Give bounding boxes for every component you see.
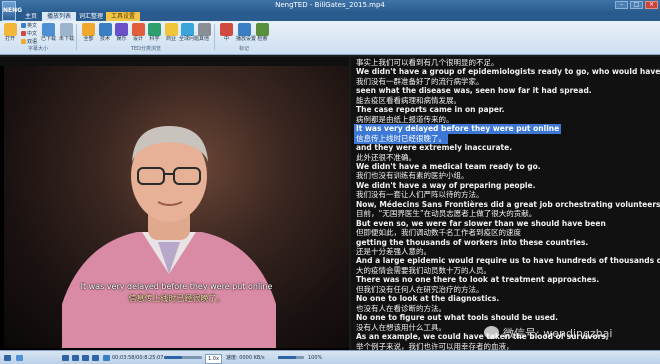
mark-icon [238, 23, 251, 36]
chinese-mode-button[interactable]: 中文 [21, 31, 37, 38]
close-button[interactable]: × [645, 1, 658, 9]
category-icon [98, 23, 112, 36]
volume-level [278, 356, 297, 359]
library-button[interactable]: 娱乐 [113, 23, 130, 45]
video-player[interactable]: It was very delayed before they were put… [0, 57, 349, 350]
speaker-figure [62, 126, 276, 348]
library-button-label: 娱乐 [116, 36, 127, 42]
library-button-label: 其他 [198, 36, 209, 42]
zoom-level: 100% [308, 355, 323, 361]
mark-icon [256, 23, 269, 36]
bilingual-mode-button[interactable]: 双语 [21, 39, 37, 46]
seek-bar[interactable] [164, 356, 202, 359]
mark-group-label: 标记 [238, 46, 249, 52]
mark-button[interactable]: 播放设置 [236, 23, 257, 45]
watermark-text: 微信号: wendingzhai [503, 327, 613, 340]
title-bar: NENG NengTED - BillGates_2015.mp4 – □ × [0, 0, 660, 21]
ribbon-tab-bar: 主页 播放列表 词汇整理 工具设置 [0, 11, 660, 21]
library-button[interactable]: 技术 [97, 23, 114, 45]
library-button[interactable]: 全部 [80, 23, 97, 45]
volume-icon[interactable] [103, 355, 110, 361]
category-icon [82, 23, 95, 36]
seek-progress [164, 356, 182, 359]
open-file-icon[interactable] [4, 355, 11, 361]
folder-icon [3, 23, 17, 36]
category-icon [197, 23, 211, 36]
open-button[interactable]: 打开 [2, 23, 18, 45]
minimize-button[interactable]: – [615, 1, 628, 9]
ribbon-separator [76, 24, 77, 50]
category-icon [131, 23, 145, 36]
category-icon [115, 23, 128, 36]
library-button-label: 技术 [99, 36, 110, 42]
video-subtitle-english: It was very delayed before they were put… [80, 282, 273, 291]
play-icon[interactable] [72, 355, 79, 361]
library-group-label: TED分类浏览 [130, 46, 162, 52]
subtitle-group-label: 字幕大小 [27, 46, 48, 52]
transcript-panel[interactable]: 事实上我们可以看到有几个很明显的不足。 We didn't have a grou… [351, 57, 660, 350]
category-icon [164, 23, 178, 36]
app-logo-icon[interactable]: NENG [2, 1, 22, 21]
mark-button-label: 检索 [257, 36, 268, 42]
not-downloaded-button[interactable]: 未下载 [58, 23, 75, 45]
library-button[interactable]: 全球问题 [179, 23, 200, 45]
nengted-window: NENG NengTED - BillGates_2015.mp4 – □ × … [0, 0, 660, 364]
window-title: NengTED - BillGates_2015.mp4 [275, 1, 385, 9]
tab-home[interactable]: 主页 [20, 12, 42, 21]
library-button-label: 全球问题 [179, 36, 200, 42]
download-rate: 速度: 0000 KB/s [226, 355, 265, 361]
tab-vocabulary[interactable]: 词汇整理 [74, 12, 108, 21]
tab-playlist[interactable]: 播放列表 [42, 12, 77, 21]
wechat-icon [484, 326, 499, 339]
cloud-icon [60, 23, 73, 36]
status-bar: 00:03:58/00:8:25:07 1.0x 速度: 0000 KB/s 1… [0, 350, 660, 364]
download-icon [42, 23, 55, 36]
mark-icon [220, 23, 233, 36]
volume-slider[interactable] [278, 356, 304, 359]
ribbon: 打开 英文 中文 双语 已下载 未下载 字幕大小 全部 技术 娱乐 设计 科学 商业 全球问… [0, 21, 660, 55]
mark-button[interactable]: 检索 [254, 23, 271, 45]
mark-button-label: 播放设置 [236, 36, 257, 42]
english-mode-button[interactable]: 英文 [21, 23, 37, 30]
next-icon[interactable] [92, 355, 99, 361]
category-icon [181, 23, 194, 36]
window-controls: – □ × [615, 1, 658, 9]
library-button[interactable]: 商业 [163, 23, 180, 45]
tab-tools[interactable]: 工具设置 [106, 12, 141, 21]
playlist-icon[interactable] [16, 355, 23, 361]
library-button[interactable]: 其他 [196, 23, 213, 45]
playback-time: 00:03:58/00:8:25:07 [112, 355, 164, 361]
maximize-button[interactable]: □ [630, 1, 643, 9]
wechat-watermark: 微信号: wendingzhai [484, 324, 654, 344]
stop-icon[interactable] [82, 355, 89, 361]
library-button-label: 科学 [149, 36, 160, 42]
ribbon-separator [214, 24, 215, 50]
category-icon [148, 23, 161, 36]
library-button[interactable]: 科学 [146, 23, 163, 45]
mark-button[interactable]: 中 [218, 23, 235, 45]
mark-button-label: 中 [223, 36, 229, 42]
downloaded-button[interactable]: 已下载 [40, 23, 57, 45]
video-frame: It was very delayed before they were put… [4, 66, 349, 348]
speed-select[interactable]: 1.0x [205, 354, 222, 364]
library-button-label: 全部 [83, 36, 94, 42]
video-top-bar [0, 57, 349, 66]
library-button-label: 设计 [132, 36, 143, 42]
video-subtitle-chinese: 信息传上线时已经很晚了。 [128, 294, 225, 303]
library-button-label: 商业 [165, 36, 176, 42]
previous-icon[interactable] [62, 355, 69, 361]
library-button[interactable]: 设计 [130, 23, 147, 45]
